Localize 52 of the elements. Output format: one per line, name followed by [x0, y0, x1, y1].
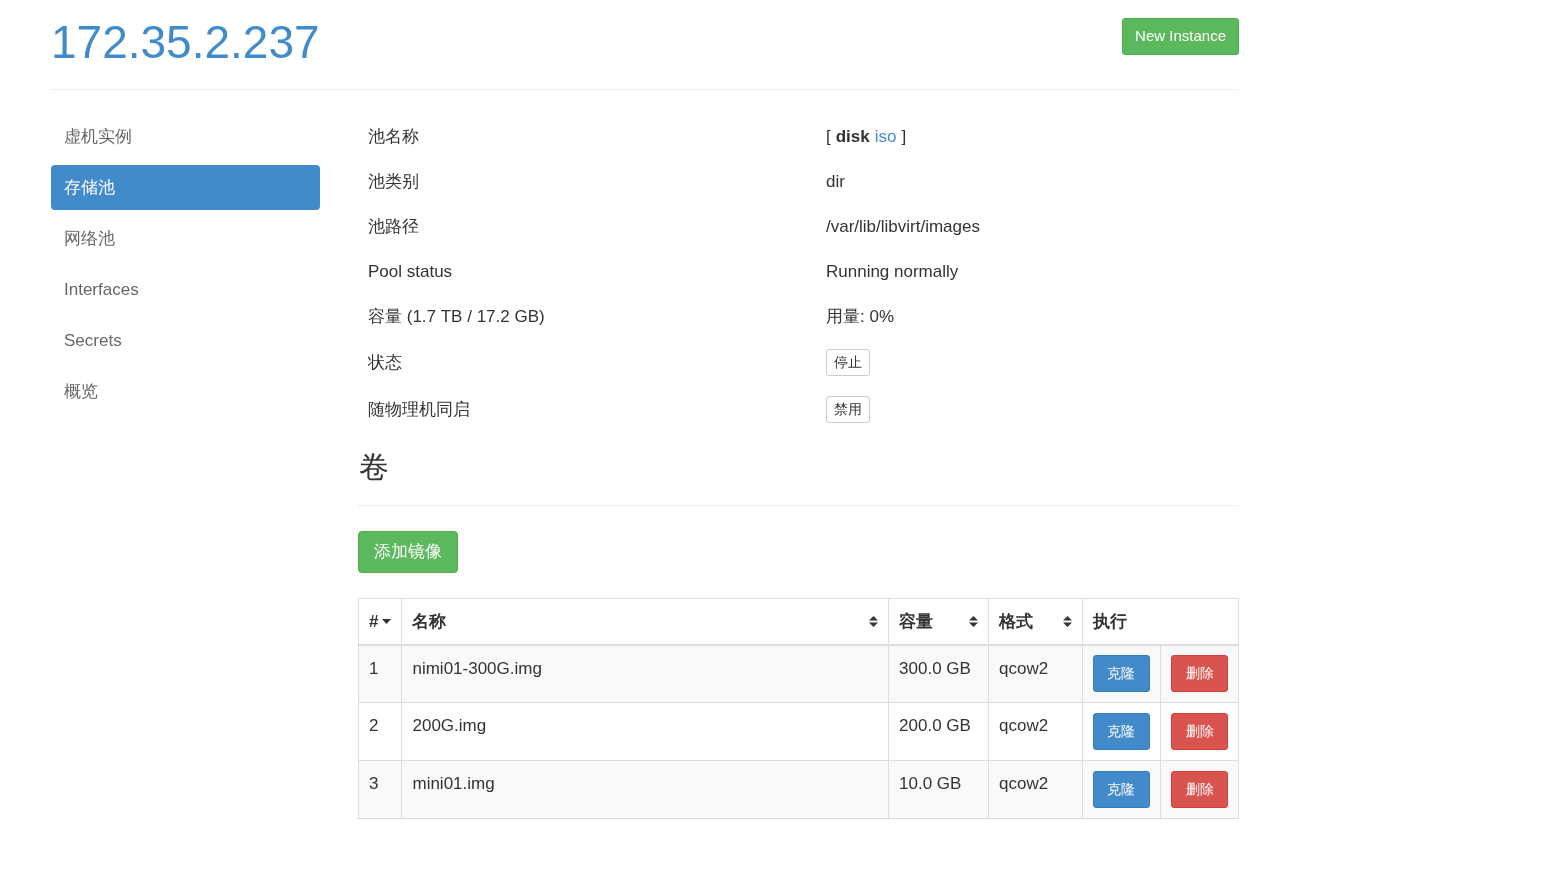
column-header[interactable]: 格式 — [988, 598, 1083, 645]
table-cell: 2 — [358, 702, 402, 761]
column-header: 执行 — [1082, 598, 1239, 645]
table-cell: qcow2 — [988, 644, 1083, 703]
sort-icon — [1063, 615, 1072, 627]
table-cell: nimi01-300G.img — [401, 644, 889, 703]
field-value: 用量: 0% — [826, 305, 895, 328]
toggle-button[interactable]: 停止 — [826, 349, 870, 376]
pool-link[interactable]: iso — [874, 123, 897, 150]
bracket-text: ] — [901, 125, 907, 148]
sidebar-item[interactable]: 概览 — [51, 369, 320, 414]
sidebar-item[interactable]: Interfaces — [51, 267, 320, 312]
clone-button[interactable]: 克隆 — [1093, 655, 1150, 693]
sidebar-item[interactable]: Secrets — [51, 318, 320, 363]
sidebar-item[interactable]: 虚机实例 — [51, 114, 320, 159]
sort-icon — [869, 615, 879, 627]
field-value: Running normally — [826, 260, 959, 283]
column-header[interactable]: 容量 — [888, 598, 989, 645]
column-header[interactable]: 名称 — [401, 598, 889, 645]
pool-link[interactable]: disk — [835, 123, 870, 150]
sort-icon — [969, 615, 978, 627]
table-cell: mini01.img — [401, 760, 889, 819]
sidebar-item[interactable]: 网络池 — [51, 216, 320, 261]
field-label: 池路径 — [367, 215, 420, 238]
field-label: 池名称 — [367, 125, 420, 148]
table-cell: 300.0 GB — [888, 644, 989, 703]
table-cell: 10.0 GB — [888, 760, 989, 819]
field-label: 状态 — [367, 351, 403, 374]
section-heading: 卷 — [358, 449, 390, 485]
table-cell: 200G.img — [401, 702, 889, 761]
table-cell: qcow2 — [988, 760, 1083, 819]
clone-button[interactable]: 克隆 — [1093, 713, 1150, 750]
field-label: Pool status — [367, 260, 454, 283]
table-cell: 3 — [358, 760, 402, 819]
delete-button[interactable]: 删除 — [1171, 771, 1228, 808]
clone-button[interactable]: 克隆 — [1093, 771, 1150, 808]
page-title: 172.35.2.237 — [51, 17, 320, 67]
caret-down-icon — [382, 618, 392, 624]
field-value: /var/lib/libvirt/images — [826, 215, 980, 238]
field-label: 随物理机同启 — [367, 398, 471, 421]
table-cell: 1 — [358, 644, 402, 703]
field-value: dir — [826, 170, 845, 193]
delete-button[interactable]: 删除 — [1171, 713, 1228, 750]
field-label: 池类别 — [367, 170, 420, 193]
field-label: 容量 (1.7 TB / 17.2 GB) — [367, 305, 546, 328]
table-cell: qcow2 — [988, 702, 1083, 761]
table-cell: 200.0 GB — [888, 702, 989, 761]
column-header[interactable]: # — [358, 598, 402, 645]
toggle-button[interactable]: 禁用 — [826, 396, 870, 423]
sidebar-item[interactable]: 存储池 — [51, 165, 320, 210]
bracket-text: [ — [826, 125, 831, 148]
delete-button[interactable]: 删除 — [1171, 655, 1228, 693]
